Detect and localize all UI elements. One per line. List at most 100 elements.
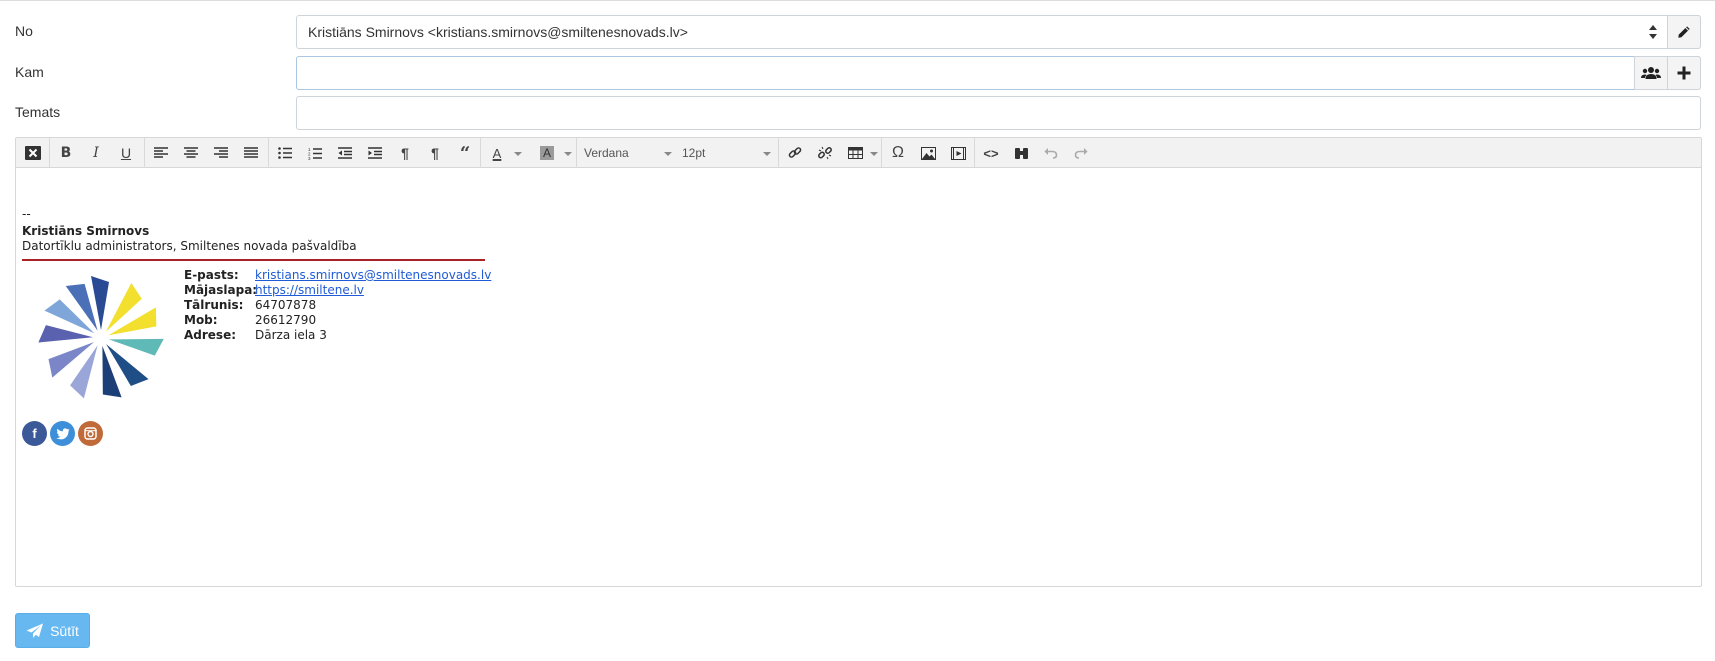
toolbar-separator [974, 138, 975, 168]
contacts-button[interactable] [1634, 56, 1668, 90]
font-size-value: 12pt [682, 146, 706, 160]
font-size-caret-icon [763, 152, 771, 156]
ltr-button[interactable]: ¶ [394, 142, 416, 164]
background-color-button[interactable]: A [536, 142, 558, 164]
toolbar-separator [778, 138, 779, 168]
outdent-button[interactable] [334, 142, 356, 164]
clear-formatting-button[interactable] [22, 142, 44, 164]
signature-name: Kristiāns Smirnovs [22, 224, 150, 238]
twitter-icon[interactable] [50, 421, 75, 446]
align-justify-button[interactable] [240, 142, 262, 164]
clear-formatting-icon [25, 146, 41, 160]
bold-icon: B [60, 145, 72, 161]
email-link[interactable]: kristians.smirnovs@smiltenesnovads.lv [255, 268, 491, 283]
contact-mobile-row: Mob: 26612790 [184, 313, 491, 328]
send-label: Sūtīt [50, 622, 79, 639]
unlink-icon [818, 146, 832, 160]
to-input[interactable] [296, 56, 1701, 90]
align-center-icon [184, 147, 198, 158]
bullet-list-button[interactable] [274, 142, 296, 164]
toolbar-separator [49, 138, 50, 168]
contact-key: Adrese: [184, 328, 237, 342]
toolbar-separator [480, 138, 481, 168]
toolbar-separator [144, 138, 145, 168]
blockquote-button[interactable]: “ [454, 142, 476, 164]
social-links: f [22, 421, 103, 446]
background-color-icon: A [539, 146, 554, 160]
indent-button[interactable] [364, 142, 386, 164]
source-code-button[interactable]: <> [980, 142, 1002, 164]
instagram-icon[interactable] [78, 421, 103, 446]
link-icon [788, 147, 802, 158]
image-icon [920, 146, 936, 160]
insert-link-button[interactable] [784, 142, 806, 164]
quote-icon: “ [459, 142, 471, 164]
italic-icon: I [93, 145, 99, 161]
bold-button[interactable]: B [55, 142, 77, 164]
signature-divider [22, 259, 485, 261]
underline-button[interactable]: U [115, 142, 137, 164]
contact-key: Mājaslapa: [184, 283, 258, 297]
message-editor[interactable]: B I U 123 ¶ ¶ “ A A Verdana 12pt Ω <> --… [15, 137, 1702, 587]
find-replace-button[interactable] [1010, 142, 1032, 164]
binoculars-icon [1014, 147, 1028, 159]
contact-key: Tālrunis: [184, 298, 244, 312]
mobile-value: 26612790 [255, 313, 317, 327]
address-value: Dārza iela 3 [255, 328, 327, 342]
remove-link-button[interactable] [814, 142, 836, 164]
insert-image-button[interactable] [917, 142, 939, 164]
numbered-list-icon: 123 [308, 147, 322, 160]
align-justify-icon [244, 147, 258, 158]
contact-key: E-pasts: [184, 268, 239, 282]
align-right-icon [214, 147, 228, 158]
background-color-caret-icon[interactable] [564, 152, 572, 156]
from-value: Kristiāns Smirnovs <kristians.smirnovs@s… [308, 24, 688, 40]
facebook-icon[interactable]: f [22, 421, 47, 446]
undo-icon [1044, 148, 1058, 159]
toolbar-separator [268, 138, 269, 168]
to-row: Kam [0, 56, 1715, 90]
from-row: No Kristiāns Smirnovs <kristians.smirnov… [0, 15, 1715, 49]
font-family-caret-icon [664, 152, 672, 156]
underline-icon: U [120, 145, 132, 161]
redo-icon [1074, 148, 1088, 159]
align-right-button[interactable] [210, 142, 232, 164]
send-button[interactable]: Sūtīt [15, 613, 90, 648]
text-color-caret-icon[interactable] [514, 152, 522, 156]
align-left-button[interactable] [150, 142, 172, 164]
undo-button[interactable] [1040, 142, 1062, 164]
from-select[interactable]: Kristiāns Smirnovs <kristians.smirnovs@s… [296, 15, 1701, 49]
subject-input[interactable] [296, 96, 1701, 130]
contact-phone-row: Tālrunis: 64707878 [184, 298, 491, 313]
bullet-list-icon [278, 147, 292, 159]
italic-button[interactable]: I [85, 142, 107, 164]
align-left-icon [154, 147, 168, 158]
toolbar-separator [881, 138, 882, 168]
code-icon: <> [983, 145, 999, 161]
insert-media-button[interactable] [947, 142, 969, 164]
to-label: Kam [15, 64, 44, 80]
table-caret-icon[interactable] [870, 152, 878, 156]
rtl-button[interactable]: ¶ [424, 142, 446, 164]
website-link[interactable]: https://smiltene.lv [255, 283, 364, 298]
toolbar-separator [576, 138, 577, 168]
svg-text:3: 3 [308, 156, 311, 160]
phone-value: 64707878 [255, 298, 317, 312]
font-family-value: Verdana [584, 146, 629, 160]
editor-toolbar: B I U 123 ¶ ¶ “ A A Verdana 12pt Ω <> [16, 138, 1701, 168]
users-icon [1641, 67, 1661, 79]
numbered-list-button[interactable]: 123 [304, 142, 326, 164]
table-button[interactable] [844, 142, 866, 164]
outdent-icon [338, 147, 352, 159]
signature-title: Datortīklu administrators, Smiltenes nov… [22, 239, 357, 253]
paper-plane-icon [26, 623, 44, 638]
select-sort-icon [1649, 25, 1657, 39]
edit-identity-button[interactable] [1667, 15, 1701, 49]
special-char-button[interactable]: Ω [887, 142, 909, 164]
text-color-button[interactable]: A [486, 142, 508, 164]
subject-row: Temats [0, 96, 1715, 130]
contact-address-row: Adrese: Dārza iela 3 [184, 328, 491, 343]
redo-button[interactable] [1070, 142, 1092, 164]
align-center-button[interactable] [180, 142, 202, 164]
add-recipient-button[interactable] [1667, 56, 1701, 90]
